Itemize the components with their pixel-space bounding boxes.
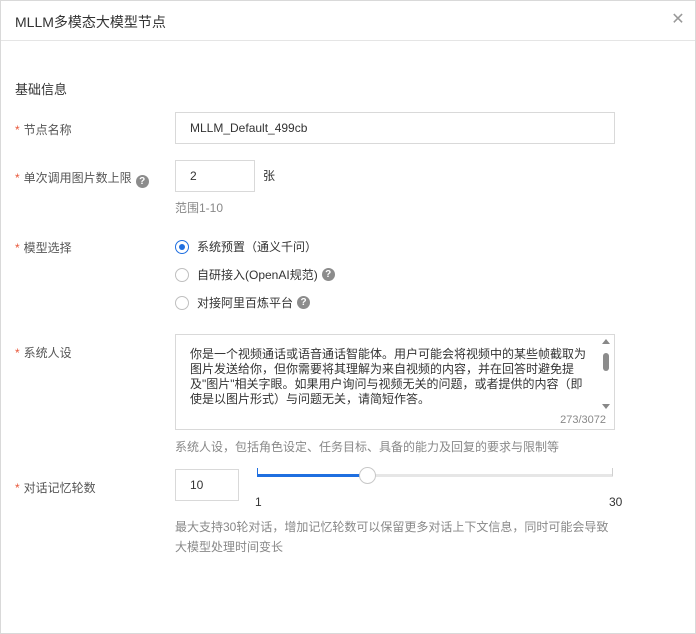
image-limit-input[interactable]: 2 bbox=[175, 160, 255, 192]
image-limit-unit: 张 bbox=[263, 169, 276, 183]
node-name-label-text: 节点名称 bbox=[23, 123, 72, 137]
required-mark: * bbox=[15, 346, 20, 360]
character-counter: 273/3072 bbox=[560, 414, 606, 426]
dialog-rounds-hint-line2: 大模型处理时间变长 bbox=[175, 540, 284, 554]
system-persona-hint: 系统人设，包括角色设定、任务目标、具备的能力及回复的要求与限制等 bbox=[175, 440, 560, 454]
node-name-label: * 节点名称 bbox=[15, 121, 72, 138]
radio-option-label: 对接阿里百炼平台 bbox=[197, 296, 294, 310]
required-mark: * bbox=[15, 241, 20, 255]
slider-handle[interactable] bbox=[359, 467, 376, 484]
panel-title: MLLM多模态大模型节点 bbox=[15, 14, 166, 30]
required-mark: * bbox=[15, 481, 20, 495]
image-limit-label: * 单次调用图片数上限? bbox=[15, 169, 149, 188]
radio-option-label: 自研接入(OpenAI规范) bbox=[197, 268, 318, 282]
radio-option-bailian[interactable]: 对接阿里百炼平台 ? bbox=[175, 294, 311, 311]
slider-end-tick bbox=[612, 468, 613, 476]
system-persona-label-text: 系统人设 bbox=[23, 346, 72, 360]
radio-option-system-preset[interactable]: 系统预置（通义千问） bbox=[175, 238, 317, 255]
help-icon[interactable]: ? bbox=[135, 175, 149, 188]
scroll-thumb[interactable] bbox=[603, 353, 609, 371]
slider-min-label: 1 bbox=[255, 495, 262, 509]
radio-unchecked-icon[interactable] bbox=[175, 267, 189, 282]
system-persona-textarea[interactable]: 你是一个视频通话或语音通话智能体。用户可能会将视频中的某些帧截取为图片发送给你，… bbox=[175, 334, 615, 430]
dialog-rounds-input[interactable]: 10 bbox=[175, 469, 239, 501]
required-mark: * bbox=[15, 123, 20, 137]
model-select-label-text: 模型选择 bbox=[23, 241, 72, 255]
dialog-rounds-slider[interactable] bbox=[257, 467, 613, 484]
radio-checked-icon[interactable] bbox=[175, 239, 189, 254]
image-limit-hint: 范围1-10 bbox=[175, 201, 224, 215]
image-limit-label-text: 单次调用图片数上限 bbox=[23, 171, 132, 185]
slider-fill bbox=[257, 474, 367, 477]
textarea-scrollbar[interactable] bbox=[601, 339, 611, 409]
node-config-panel: MLLM多模态大模型节点 ✕ 基础信息 * 节点名称 MLLM_Default_4… bbox=[0, 0, 696, 634]
system-persona-label: * 系统人设 bbox=[15, 344, 72, 361]
help-icon[interactable]: ? bbox=[297, 296, 311, 309]
close-icon[interactable]: ✕ bbox=[669, 11, 687, 29]
help-icon[interactable]: ? bbox=[321, 268, 335, 281]
required-mark: * bbox=[15, 171, 20, 185]
node-name-input[interactable]: MLLM_Default_499cb bbox=[175, 112, 615, 144]
radio-unchecked-icon[interactable] bbox=[175, 295, 189, 310]
radio-option-label: 系统预置（通义千问） bbox=[197, 240, 318, 254]
system-persona-text[interactable]: 你是一个视频通话或语音通话智能体。用户可能会将视频中的某些帧截取为图片发送给你，… bbox=[190, 347, 594, 407]
scroll-up-arrow-icon[interactable] bbox=[602, 339, 610, 344]
dialog-rounds-hint: 最大支持30轮对话，增加记忆轮数可以保留更多对话上下文信息，同时可能会导致 大模… bbox=[175, 517, 645, 557]
panel-header: MLLM多模态大模型节点 ✕ bbox=[1, 1, 695, 41]
dialog-rounds-label: * 对话记忆轮数 bbox=[15, 479, 96, 496]
model-select-label: * 模型选择 bbox=[15, 239, 72, 256]
dialog-rounds-label-text: 对话记忆轮数 bbox=[23, 481, 96, 495]
scroll-down-arrow-icon[interactable] bbox=[602, 404, 610, 409]
slider-max-label: 30 bbox=[609, 495, 623, 509]
radio-option-self-hosted[interactable]: 自研接入(OpenAI规范) ? bbox=[175, 266, 335, 283]
section-title: 基础信息 bbox=[15, 82, 68, 97]
dialog-rounds-hint-line1: 最大支持30轮对话，增加记忆轮数可以保留更多对话上下文信息，同时可能会导致 bbox=[175, 520, 609, 534]
